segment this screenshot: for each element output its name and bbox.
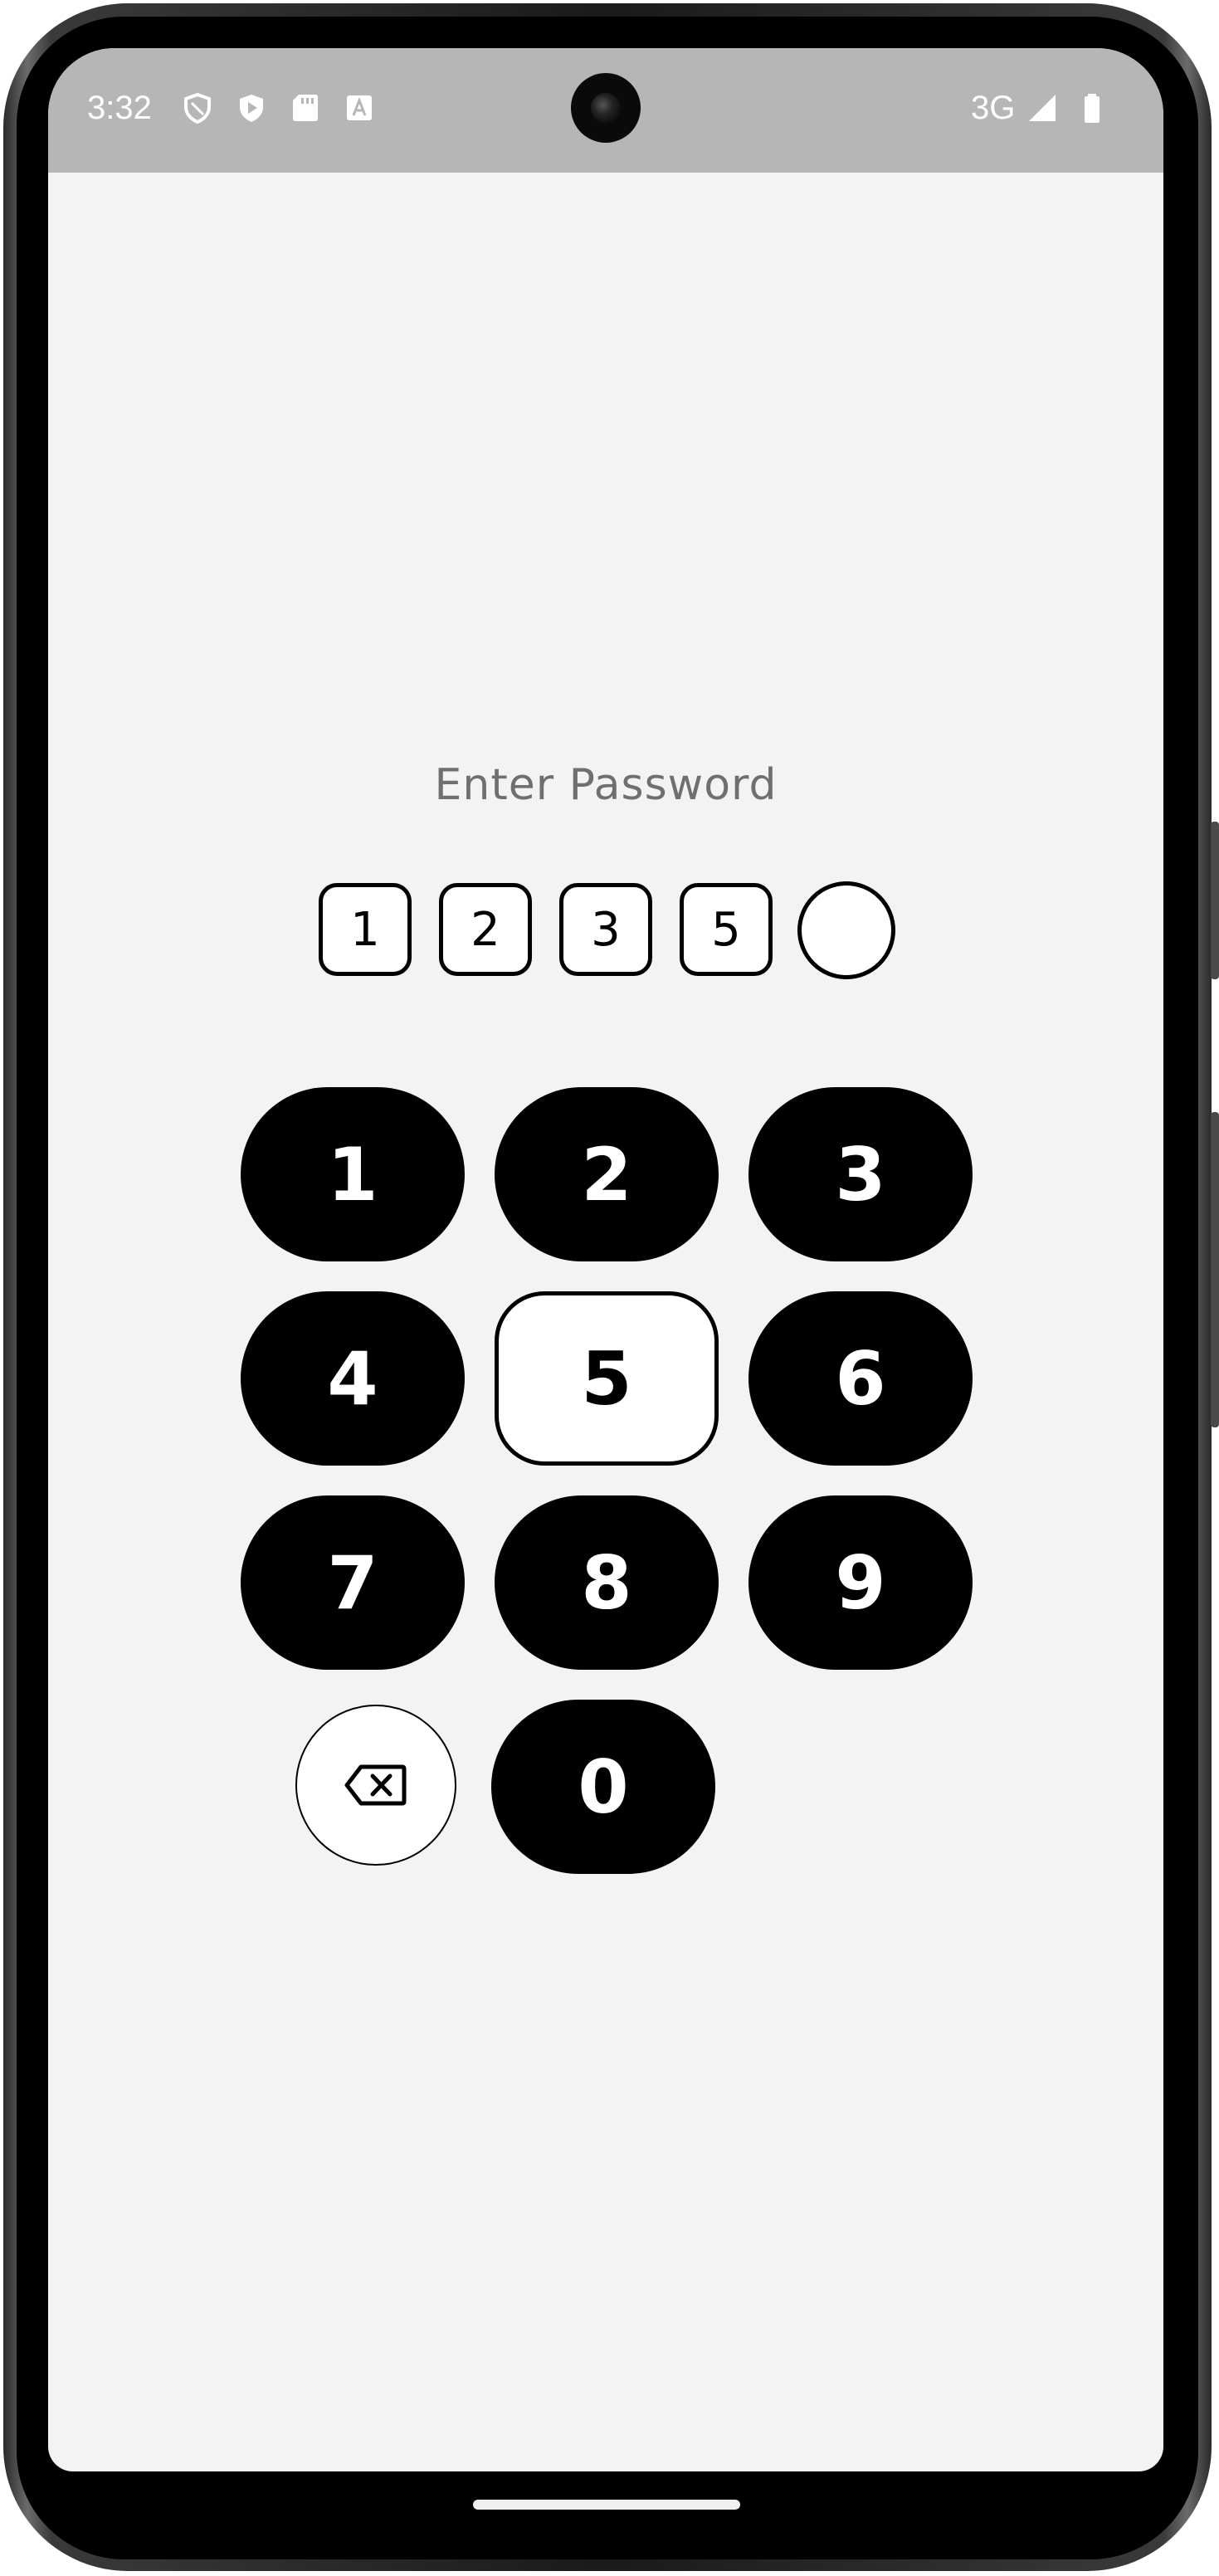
key-4[interactable]: 4 [241, 1291, 465, 1466]
pin-digit-2: 2 [439, 883, 532, 976]
key-1[interactable]: 1 [241, 1087, 465, 1261]
volume-button [1211, 822, 1219, 979]
screen: 3:32 3G Enter Password 1 2 3 5 1 2 3 4 5… [48, 48, 1163, 2471]
pin-digit-4: 5 [680, 883, 773, 976]
backspace-button[interactable] [295, 1705, 456, 1866]
key-6[interactable]: 6 [748, 1291, 973, 1466]
key-9[interactable]: 9 [748, 1495, 973, 1670]
signal-icon [1029, 95, 1056, 121]
key-8[interactable]: 8 [495, 1495, 719, 1670]
key-5[interactable]: 5 [495, 1291, 719, 1466]
backspace-icon [344, 1764, 407, 1806]
battery-icon [1085, 94, 1100, 123]
key-0[interactable]: 0 [491, 1700, 715, 1874]
power-button [1211, 1112, 1219, 1427]
pin-digit-1: 1 [319, 883, 412, 976]
sd-card-icon [293, 95, 318, 121]
pin-digit-3: 3 [559, 883, 652, 976]
key-3[interactable]: 3 [748, 1087, 973, 1261]
front-camera [571, 73, 641, 143]
key-2[interactable]: 2 [495, 1087, 719, 1261]
status-time: 3:32 [87, 90, 152, 126]
gesture-nav-handle[interactable] [473, 2500, 740, 2510]
status-bar: 3:32 3G [48, 48, 1163, 173]
shield-play-icon [240, 95, 263, 122]
network-type: 3G [971, 90, 1016, 126]
key-7[interactable]: 7 [241, 1495, 465, 1670]
page-title: Enter Password [434, 760, 778, 810]
keyboard-a-icon [347, 95, 372, 120]
pin-digit-5 [797, 881, 895, 979]
shield-outline-icon [184, 92, 211, 124]
phone-device: 3:32 3G Enter Password 1 2 3 5 1 2 3 4 5… [0, 0, 1219, 2576]
